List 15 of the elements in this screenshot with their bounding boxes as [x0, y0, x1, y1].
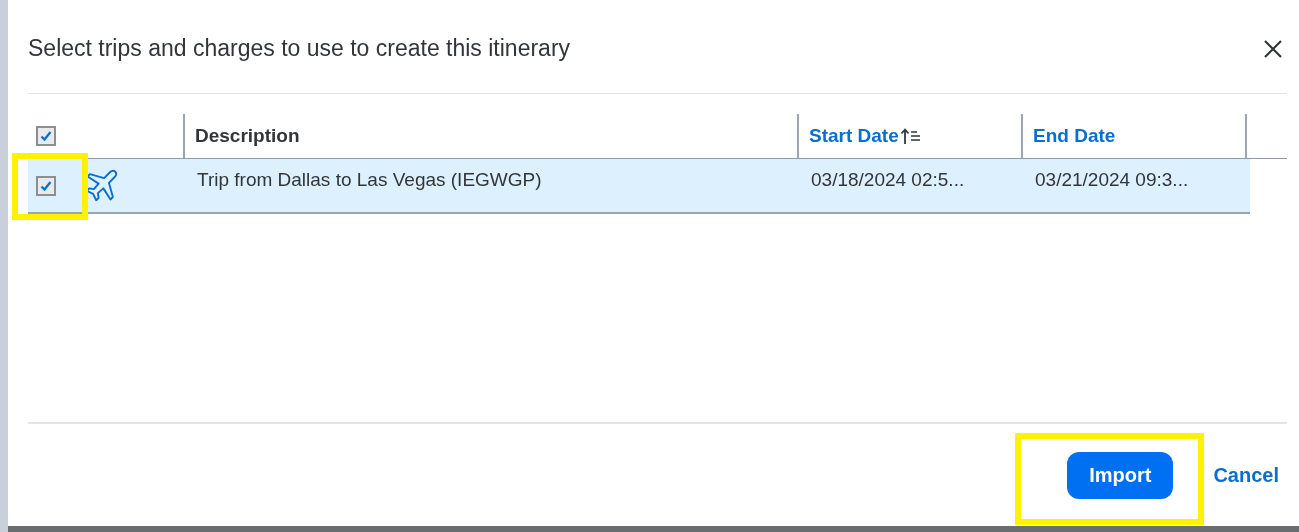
- column-header[interactable]: End Date: [1033, 125, 1116, 147]
- column-header[interactable]: Description: [195, 125, 300, 147]
- cancel-link[interactable]: Cancel: [1213, 463, 1279, 487]
- column-header[interactable]: Start Date: [809, 125, 899, 147]
- import-button[interactable]: Import: [1067, 451, 1174, 499]
- close-icon[interactable]: [1263, 38, 1283, 59]
- dialog-title: Select trips and charges to use to create this itinerary: [28, 35, 571, 62]
- checkmark-icon: [39, 129, 53, 143]
- table-cell: 03/21/2024 09:3...: [1035, 169, 1189, 191]
- checkmark-icon: [39, 178, 53, 193]
- table-cell: 03/18/2024 02:5...: [811, 169, 965, 191]
- table-cell: Trip from Dallas to Las Vegas (IEGWGP): [197, 169, 542, 191]
- row-checkbox[interactable]: [36, 175, 56, 196]
- select-all-checkbox[interactable]: [36, 126, 56, 146]
- table-row[interactable]: Trip from Dallas to Las Vegas (IEGWGP) 03/18/2024 02:5... 03/21/2024 09:3...: [28, 159, 1250, 214]
